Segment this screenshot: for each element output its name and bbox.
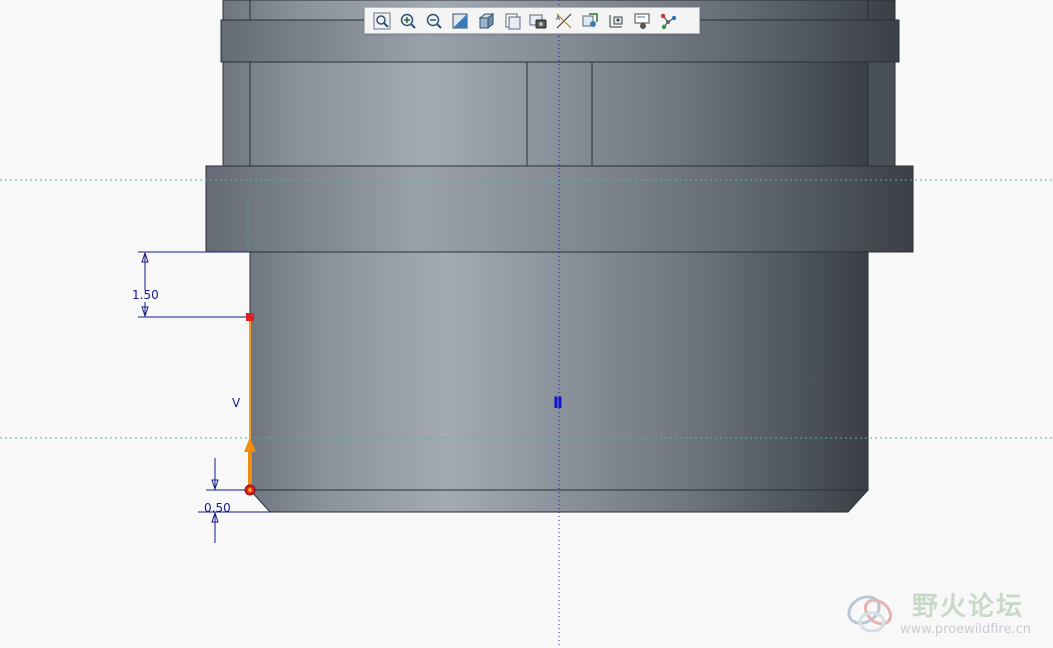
- dimension-upper-value[interactable]: 1.50: [132, 288, 159, 302]
- refit-button[interactable]: [369, 9, 394, 32]
- view-toolbar: A: [364, 7, 700, 34]
- relations-button[interactable]: [655, 9, 680, 32]
- view-manager-button[interactable]: [525, 9, 550, 32]
- svg-text:A: A: [556, 15, 561, 22]
- watermark: 野火论坛 www.proewildfire.cn: [842, 580, 1052, 644]
- view-manager-icon: [529, 14, 546, 28]
- watermark-url: www.proewildfire.cn: [900, 622, 1031, 637]
- sketch-view-icon: [634, 13, 649, 29]
- saved-views-icon: [505, 13, 520, 29]
- refit-icon: [373, 12, 390, 29]
- annotation-display-button[interactable]: [577, 9, 602, 32]
- sketch-view-button[interactable]: [629, 9, 654, 32]
- dimension-lower-value[interactable]: 0.50: [204, 501, 231, 515]
- model-body: [249, 251, 869, 491]
- watermark-title: 野火论坛: [912, 592, 1025, 622]
- sketch-display-icon: [609, 14, 622, 27]
- zoom-out-icon: [426, 13, 442, 29]
- relations-icon: [660, 13, 676, 29]
- zoom-out-button[interactable]: [421, 9, 446, 32]
- datum-display-button[interactable]: A: [551, 9, 576, 32]
- display-style-button[interactable]: [473, 9, 498, 32]
- watermark-logo-icon: [847, 595, 893, 633]
- repaint-icon: [452, 13, 467, 28]
- zoom-in-button[interactable]: [395, 9, 420, 32]
- endpoint-center-icon: [248, 488, 252, 492]
- datum-display-icon: A: [556, 13, 571, 28]
- annotation-display-icon: [582, 12, 598, 27]
- sketch-display-button[interactable]: [603, 9, 628, 32]
- vertical-constraint-label[interactable]: V: [232, 396, 240, 410]
- display-style-icon: [478, 12, 494, 29]
- saved-orientations-button[interactable]: [499, 9, 524, 32]
- repaint-button[interactable]: [447, 9, 472, 32]
- dimension-upper[interactable]: [138, 251, 250, 318]
- graphics-area[interactable]: [0, 0, 1053, 648]
- symmetry-constraint-label[interactable]: II: [553, 393, 563, 412]
- sketch-endpoint-top[interactable]: [246, 313, 254, 321]
- zoom-in-icon: [400, 13, 416, 29]
